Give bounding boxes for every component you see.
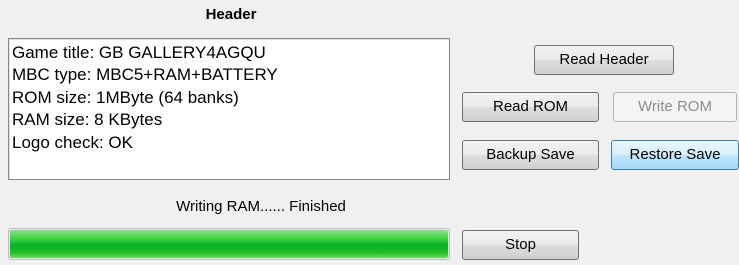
backup-save-button[interactable]: Backup Save [462, 140, 599, 170]
restore-save-button[interactable]: Restore Save [611, 140, 739, 170]
header-line-rom-size: ROM size: 1MByte (64 banks) [12, 87, 239, 107]
stop-button[interactable]: Stop [462, 230, 579, 260]
header-section-title: Header [205, 6, 257, 23]
header-line-mbc-type: MBC type: MBC5+RAM+BATTERY [12, 65, 278, 85]
header-line-logo-check: Logo check: OK [12, 132, 133, 152]
header-line-game-title: Game title: GB GALLERY4AGQU [12, 43, 266, 62]
status-text: Writing RAM...... Finished [176, 198, 346, 215]
read-header-button[interactable]: Read Header [534, 45, 674, 75]
read-rom-button[interactable]: Read ROM [462, 92, 599, 122]
progress-bar-fill [10, 230, 448, 258]
header-line-ram-size: RAM size: 8 KBytes [12, 110, 163, 130]
write-rom-button[interactable]: Write ROM [613, 92, 737, 122]
progress-bar [8, 228, 450, 260]
header-info-textbox[interactable]: Game title: GB GALLERY4AGQU MBC type: MB… [8, 38, 450, 180]
